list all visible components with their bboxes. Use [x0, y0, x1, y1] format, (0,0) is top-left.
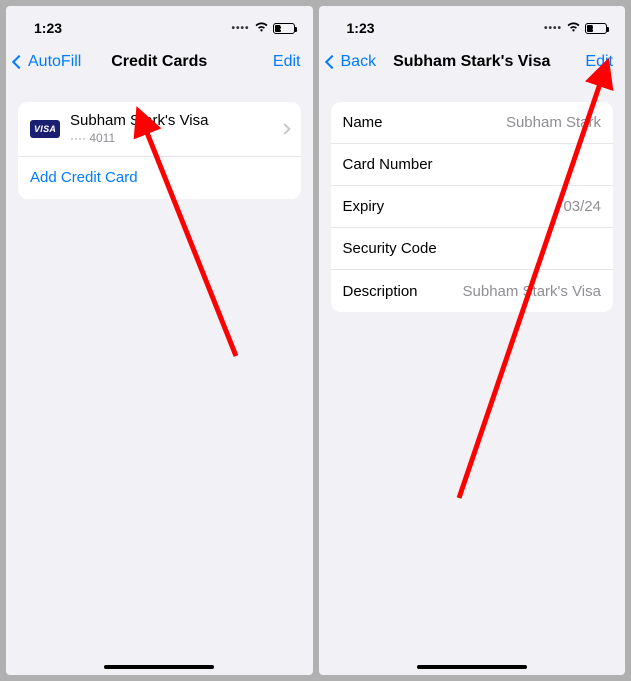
cellular-icon: •••• [231, 23, 249, 34]
content-area: Name Subham Stark Card Number Expiry 03/… [319, 84, 626, 312]
row-expiry[interactable]: Expiry 03/24 [331, 186, 614, 228]
cards-group: VISA Subham Stark's Visa ···· 4011 Add C… [18, 102, 301, 199]
cellular-icon: •••• [544, 23, 562, 34]
edit-button[interactable]: Edit [585, 53, 613, 71]
chevron-left-icon [324, 55, 338, 69]
visa-icon: VISA [30, 120, 60, 138]
detail-group: Name Subham Stark Card Number Expiry 03/… [331, 102, 614, 312]
home-indicator[interactable] [104, 665, 214, 669]
edit-button[interactable]: Edit [273, 53, 301, 71]
wifi-icon [566, 21, 581, 36]
add-card-row[interactable]: Add Credit Card [18, 157, 301, 199]
label-description: Description [343, 283, 463, 300]
screen-credit-cards-list: 1:23 •••• 32 AutoFill Credit Cards Edit … [6, 6, 313, 675]
credit-card-row[interactable]: VISA Subham Stark's Visa ···· 4011 [18, 102, 301, 157]
nav-bar: AutoFill Credit Cards Edit [6, 44, 313, 84]
nav-bar: Back Subham Stark's Visa Edit [319, 44, 626, 84]
back-label: AutoFill [28, 53, 81, 71]
battery-icon: 32 [585, 23, 607, 34]
back-button[interactable]: Back [327, 53, 377, 71]
back-label: Back [341, 53, 377, 71]
status-indicators: •••• 32 [231, 21, 294, 36]
label-card-number: Card Number [343, 156, 602, 173]
card-number-masked: ···· 4011 [70, 131, 275, 146]
wifi-icon [254, 21, 269, 36]
status-bar: 1:23 •••• 32 [6, 6, 313, 44]
home-indicator[interactable] [417, 665, 527, 669]
row-name[interactable]: Name Subham Stark [331, 102, 614, 144]
back-button[interactable]: AutoFill [14, 53, 81, 71]
status-indicators: •••• 32 [544, 21, 607, 36]
content-area: VISA Subham Stark's Visa ···· 4011 Add C… [6, 84, 313, 199]
label-security-code: Security Code [343, 240, 602, 257]
status-bar: 1:23 •••• 32 [319, 6, 626, 44]
row-card-number[interactable]: Card Number [331, 144, 614, 186]
value-description: Subham Stark's Visa [463, 283, 602, 300]
battery-icon: 32 [273, 23, 295, 34]
add-card-label: Add Credit Card [30, 169, 138, 186]
chevron-left-icon [12, 55, 26, 69]
row-security-code[interactable]: Security Code [331, 228, 614, 270]
label-expiry: Expiry [343, 198, 564, 215]
status-time: 1:23 [34, 20, 62, 36]
status-time: 1:23 [347, 20, 375, 36]
value-expiry: 03/24 [563, 198, 601, 215]
screen-card-detail: 1:23 •••• 32 Back Subham Stark's Visa Ed… [319, 6, 626, 675]
chevron-right-icon [279, 123, 290, 134]
row-description[interactable]: Description Subham Stark's Visa [331, 270, 614, 312]
value-name: Subham Stark [506, 114, 601, 131]
label-name: Name [343, 114, 506, 131]
card-name: Subham Stark's Visa [70, 112, 275, 131]
